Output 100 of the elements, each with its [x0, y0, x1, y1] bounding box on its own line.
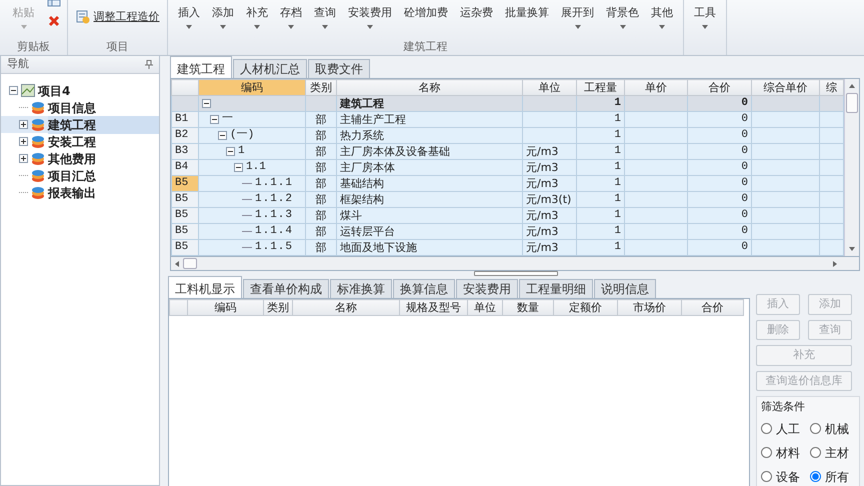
tree-label[interactable]: 项目信息: [48, 98, 159, 116]
radio-label: 材料: [776, 444, 800, 462]
tree-label[interactable]: 其他费用: [48, 150, 159, 168]
table-cell: 0: [688, 128, 752, 144]
row-header[interactable]: B4: [172, 160, 198, 176]
scrollbar-thumb[interactable]: [183, 258, 197, 269]
tab[interactable]: 安装费用: [456, 279, 518, 298]
caret-icon: [367, 25, 373, 29]
ribbon-button[interactable]: 存档: [274, 4, 308, 31]
radio-label: 人工: [776, 420, 800, 438]
tree-label[interactable]: 项目汇总: [48, 166, 159, 184]
table-cell: 0: [688, 112, 752, 128]
column-header: 市场价: [618, 300, 682, 316]
tab[interactable]: 查看单价构成: [243, 279, 329, 298]
table-cell: 1: [576, 240, 624, 256]
tab[interactable]: 取费文件: [308, 59, 370, 78]
table-cell: 1: [576, 112, 624, 128]
ribbon-button[interactable]: 插入: [172, 4, 206, 31]
row-header[interactable]: B3: [172, 144, 198, 160]
table-cell: 基础结构: [336, 176, 522, 192]
layers-icon: [31, 118, 45, 132]
row-header[interactable]: B5: [172, 176, 198, 192]
radio-button[interactable]: [810, 471, 821, 482]
radio-button[interactable]: [761, 447, 772, 458]
radio-button[interactable]: [761, 471, 772, 482]
table-cell: 0: [688, 208, 752, 224]
table-cell: 主厂房本体: [336, 160, 522, 176]
adjust-price-button[interactable]: 调整工程造价: [70, 8, 166, 26]
column-header: 综合单价: [752, 80, 820, 96]
table-cell: 部: [306, 240, 336, 256]
tree-label[interactable]: 项目4: [38, 82, 159, 100]
tab[interactable]: 标准换算: [330, 279, 392, 298]
table-cell: 主厂房本体及设备基础: [336, 144, 522, 160]
radio-button[interactable]: [810, 447, 821, 458]
table-cell: 部: [306, 128, 336, 144]
table-cell: 部: [306, 176, 336, 192]
caret-icon: [20, 25, 26, 29]
column-header: 名称: [336, 80, 522, 96]
ribbon-button[interactable]: 查询: [308, 4, 342, 31]
tab[interactable]: 说明信息: [594, 279, 656, 298]
row-header[interactable]: B1: [172, 112, 198, 128]
tab[interactable]: 建筑工程: [170, 56, 232, 78]
layers-icon: [31, 100, 45, 114]
code-cell: 1.1.2: [255, 192, 294, 206]
table-cell: 1: [576, 128, 624, 144]
caret-icon: [220, 25, 226, 29]
row-header[interactable]: B5: [172, 240, 198, 256]
code-cell: 1.1: [246, 160, 266, 174]
ribbon-button[interactable]: 工具: [688, 4, 722, 31]
tree-label[interactable]: 报表输出: [48, 184, 159, 202]
tab[interactable]: 工料机显示: [168, 276, 242, 298]
copy-icon: [46, 0, 60, 7]
panel-title: 导航: [7, 56, 29, 72]
table-cell: 0: [688, 224, 752, 240]
radio-button[interactable]: [761, 423, 772, 434]
row-header[interactable]: B5: [172, 208, 198, 224]
table-cell: 建筑工程: [336, 96, 522, 112]
radio-label: 设备: [776, 468, 800, 486]
table-cell: 1: [576, 96, 624, 112]
ribbon-button[interactable]: 安装费用: [342, 4, 398, 31]
tree-label[interactable]: 建筑工程: [48, 116, 159, 134]
caret-icon: [186, 25, 192, 29]
row-header[interactable]: B5: [172, 224, 198, 240]
code-cell: 1.1.3: [255, 208, 294, 222]
table-cell: 元/m3: [522, 208, 576, 224]
table-cell: 部: [306, 144, 336, 160]
delete-icon: [48, 15, 60, 27]
column-header: 合价: [688, 80, 752, 96]
tab[interactable]: 换算信息: [393, 279, 455, 298]
column-header: 定额价: [554, 300, 618, 316]
ribbon-button[interactable]: 补充: [240, 4, 274, 31]
radio-button[interactable]: [810, 423, 821, 434]
ribbon-button[interactable]: 添加: [206, 4, 240, 31]
delete-button[interactable]: [48, 15, 60, 27]
caret-icon: [288, 25, 294, 29]
layers-icon: [31, 168, 45, 182]
scrollbar-thumb[interactable]: [846, 93, 858, 113]
column-header: 类别: [264, 300, 292, 316]
table-cell: 1: [576, 176, 624, 192]
ribbon-button[interactable]: 批量换算: [499, 4, 555, 22]
caret-icon: [322, 25, 328, 29]
ribbon-button[interactable]: 其他: [645, 4, 679, 31]
group-label: 建筑工程: [402, 40, 448, 55]
ribbon-button[interactable]: 背景色: [600, 4, 645, 31]
row-header[interactable]: B2: [172, 128, 198, 144]
ribbon-button[interactable]: 砼增加费: [398, 4, 454, 22]
tree-label[interactable]: 安装工程: [48, 132, 159, 150]
tab[interactable]: 工程量明细: [519, 279, 593, 298]
column-header: 合价: [682, 300, 744, 316]
table-cell: 煤斗: [336, 208, 522, 224]
tab[interactable]: 人材机汇总: [233, 59, 307, 78]
radio-label: 机械: [825, 420, 849, 438]
row-header[interactable]: B5: [172, 192, 198, 208]
splitter-handle[interactable]: [474, 271, 558, 276]
table-cell: 热力系统: [336, 128, 522, 144]
ribbon-button[interactable]: 展开到: [555, 4, 600, 31]
ribbon-button[interactable]: 运杂费: [454, 4, 499, 22]
caret-icon: [702, 25, 708, 29]
caret-icon: [620, 25, 626, 29]
table-cell: 部: [306, 224, 336, 240]
